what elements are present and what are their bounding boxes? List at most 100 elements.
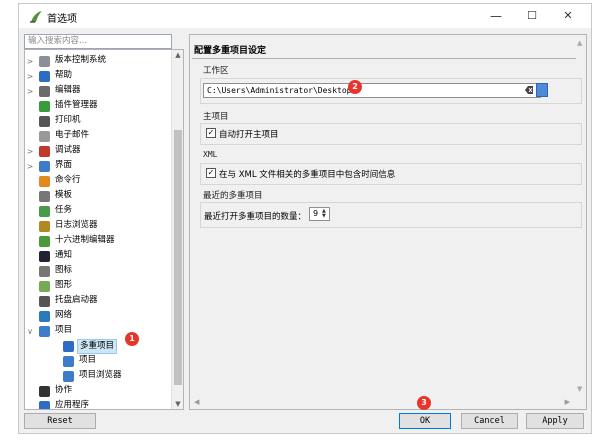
notify-icon xyxy=(39,251,50,262)
printer-icon xyxy=(39,116,50,127)
reset-button[interactable]: Reset xyxy=(24,413,96,429)
tree-item[interactable]: > 编辑器 xyxy=(25,84,173,99)
maximize-button[interactable]: ☐ xyxy=(517,6,547,26)
tree-item[interactable]: > 版本控制系统 xyxy=(25,54,173,69)
tree-expander-icon[interactable]: ∨ xyxy=(25,324,35,339)
tree-expander-icon[interactable]: > xyxy=(25,144,35,159)
tree-item[interactable]: 十六进制编辑器 xyxy=(25,234,173,249)
editor-icon xyxy=(39,86,50,97)
tree-item-label: 命令行 xyxy=(55,175,81,185)
tree-item-label: 项目 xyxy=(79,355,97,365)
tree-item[interactable]: 协作 xyxy=(25,384,173,399)
workspace-path-field[interactable]: C:\Users\Administrator\Desktop xyxy=(203,83,541,98)
tree-item-label: 十六进制编辑器 xyxy=(55,235,115,245)
tree-item[interactable]: 模板 xyxy=(25,189,173,204)
tree-item[interactable]: > 帮助 xyxy=(25,69,173,84)
tree-item[interactable]: ∨ 项目 xyxy=(25,324,173,339)
tree-item[interactable]: 命令行 xyxy=(25,174,173,189)
tree-item[interactable]: 多重项目 xyxy=(25,339,173,354)
tree-item[interactable]: > 界面 xyxy=(25,159,173,174)
tree-item[interactable]: 通知 xyxy=(25,249,173,264)
tree-item-label: 编辑器 xyxy=(55,85,81,95)
tree-item-label: 多重项目 xyxy=(77,339,118,354)
tree-item-label: 应用程序 xyxy=(55,400,90,410)
tree-item[interactable]: 托盘启动器 xyxy=(25,294,173,309)
panel-title: 配置多重项目设定 xyxy=(194,46,267,56)
tree-item[interactable]: 应用程序 xyxy=(25,399,173,410)
xml-time-label: 在与 XML 文件相关的多重项目中包含时间信息 xyxy=(219,170,396,180)
scroll-right-icon[interactable]: ▶ xyxy=(565,398,570,406)
app-icon xyxy=(39,401,50,409)
log-icon xyxy=(39,221,50,232)
tree-item-label: 插件管理器 xyxy=(55,100,98,110)
ok-button[interactable]: OK xyxy=(399,413,451,429)
annotation-badge-1: 1 xyxy=(125,332,139,346)
scroll-left-icon[interactable]: ◀ xyxy=(194,398,199,406)
scroll-up-icon[interactable]: ▲ xyxy=(172,51,183,59)
tree-expander-icon[interactable]: > xyxy=(25,159,35,174)
tree-scrollbar[interactable]: ▲ ▼ xyxy=(171,50,183,409)
annotation-badge-2: 2 xyxy=(348,80,362,94)
email-icon xyxy=(39,131,50,142)
debugger-icon xyxy=(39,146,50,157)
tree-item-label: 任务 xyxy=(55,205,73,215)
clear-icon[interactable] xyxy=(524,85,534,95)
tree-item[interactable]: 项目 xyxy=(25,354,173,369)
title-bar[interactable]: 首选项 — ☐ ✕ xyxy=(19,4,591,28)
tree-item[interactable]: 电子邮件 xyxy=(25,129,173,144)
tree-item-label: 模板 xyxy=(55,190,73,200)
settings-tree[interactable]: 应用程序 协作 项目浏览器 项目 多重项目 ∨ 项目 网络 托盘启动器 图形 图标 通知 十六进制编辑器… xyxy=(24,49,184,410)
tree-item-label: 协作 xyxy=(55,385,73,395)
tree-item[interactable]: 任务 xyxy=(25,204,173,219)
minimize-button[interactable]: — xyxy=(481,6,511,26)
recent-count-spinbox[interactable]: 9 ▲ ▼ xyxy=(309,207,330,221)
apply-button[interactable]: Apply xyxy=(526,413,584,429)
tree-expander-icon[interactable]: > xyxy=(25,54,35,69)
recent-group-label: 最近的多重项目 xyxy=(203,191,263,201)
cancel-button[interactable]: Cancel xyxy=(461,413,518,429)
spin-arrows-icon[interactable]: ▲ ▼ xyxy=(322,209,328,219)
icon-icon xyxy=(39,266,50,277)
close-button[interactable]: ✕ xyxy=(553,6,583,26)
browse-folder-icon[interactable] xyxy=(536,83,548,97)
tree-item[interactable]: 日志浏览器 xyxy=(25,219,173,234)
tree-item[interactable]: 网络 xyxy=(25,309,173,324)
panel-hscrollbar[interactable]: ◀ ▶ xyxy=(190,397,586,409)
tree-item[interactable]: 图形 xyxy=(25,279,173,294)
multiproject-icon xyxy=(63,341,74,352)
tree-item-label: 网络 xyxy=(55,310,73,320)
tree-item[interactable]: 项目浏览器 xyxy=(25,369,173,384)
tree-item-label: 帮助 xyxy=(55,70,73,80)
main-project-group-label: 主项目 xyxy=(203,112,229,122)
tree-expander-icon[interactable]: > xyxy=(25,84,35,99)
search-input[interactable]: 输入搜索内容... xyxy=(24,34,172,49)
network-icon xyxy=(39,311,50,322)
task-icon xyxy=(39,206,50,217)
interface-icon xyxy=(39,161,50,172)
auto-open-label: 自动打开主项目 xyxy=(219,130,279,140)
tree-item-label: 调试器 xyxy=(55,145,81,155)
auto-open-checkbox[interactable]: ✓ xyxy=(206,128,216,138)
preferences-window: 首选项 — ☐ ✕ 输入搜索内容... 应用程序 协作 项目浏览器 项目 多重项目 ∨ 项目… xyxy=(18,3,592,434)
scroll-up-icon[interactable]: ▲ xyxy=(577,39,582,47)
xml-time-checkbox[interactable]: ✓ xyxy=(206,168,216,178)
tree-expander-icon[interactable]: > xyxy=(25,69,35,84)
workspace-group-label: 工作区 xyxy=(203,66,229,76)
tree-item[interactable]: 图标 xyxy=(25,264,173,279)
scroll-down-icon[interactable]: ▼ xyxy=(577,385,582,393)
tree-item[interactable]: 打印机 xyxy=(25,114,173,129)
template-icon xyxy=(39,191,50,202)
tree-item-label: 日志浏览器 xyxy=(55,220,98,230)
tree-item-label: 项目浏览器 xyxy=(79,370,122,380)
vcs-icon xyxy=(39,56,50,67)
tree-item-label: 图标 xyxy=(55,265,73,275)
recent-count-value: 9 xyxy=(313,209,319,218)
tree-item[interactable]: > 调试器 xyxy=(25,144,173,159)
scroll-down-icon[interactable]: ▼ xyxy=(172,400,183,408)
scrollbar-thumb[interactable] xyxy=(174,130,182,385)
annotation-badge-3: 3 xyxy=(417,396,431,410)
tree-item[interactable]: 插件管理器 xyxy=(25,99,173,114)
tree-item-label: 图形 xyxy=(55,280,73,290)
project-browser-icon xyxy=(63,371,74,382)
hex-icon xyxy=(39,236,50,247)
